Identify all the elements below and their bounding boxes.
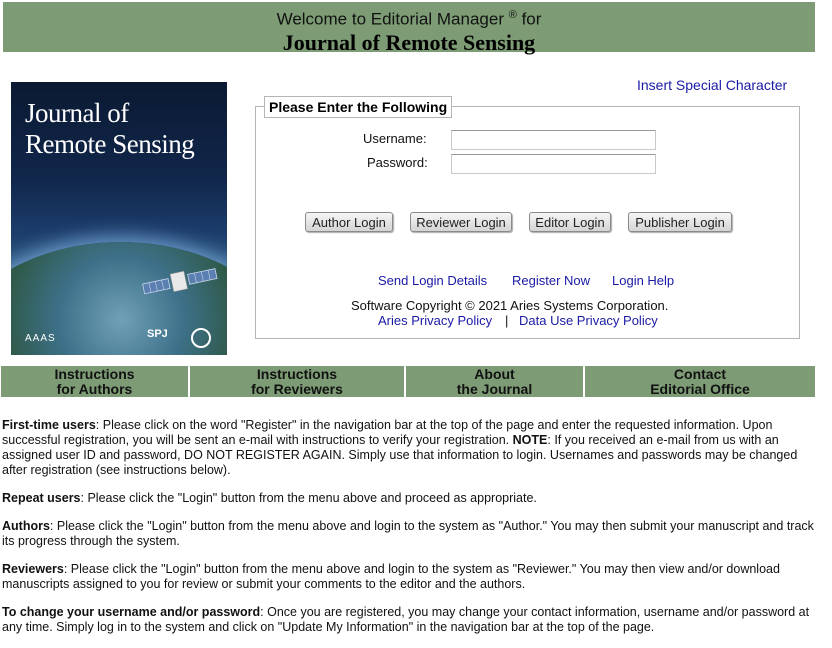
cover-title: Journal of Remote Sensing bbox=[25, 98, 195, 160]
publisher-login-button[interactable]: Publisher Login bbox=[628, 212, 732, 232]
register-now-link[interactable]: Register Now bbox=[512, 273, 590, 288]
instructions-content: First-time users: Please click on the wo… bbox=[2, 418, 818, 648]
login-legend: Please Enter the Following bbox=[264, 96, 453, 118]
nav-line1: Contact bbox=[673, 365, 727, 382]
username-input[interactable] bbox=[451, 130, 656, 150]
nav-line2: the Journal bbox=[456, 380, 533, 397]
nav-contact-editorial-office[interactable]: Contact Editorial Office bbox=[585, 366, 815, 397]
journal-emblem-icon bbox=[191, 328, 211, 348]
username-label: Username: bbox=[363, 131, 427, 146]
author-login-button[interactable]: Author Login bbox=[305, 212, 393, 232]
insert-special-character-link[interactable]: Insert Special Character bbox=[637, 77, 787, 93]
reviewers-paragraph: Reviewers: Please click the "Login" butt… bbox=[2, 562, 818, 592]
send-login-details-link[interactable]: Send Login Details bbox=[378, 273, 487, 288]
reviewers-text: : Please click the "Login" button from t… bbox=[2, 562, 780, 591]
welcome-for: for bbox=[521, 9, 542, 29]
repeat-users-label: Repeat users bbox=[2, 491, 81, 505]
repeat-users-paragraph: Repeat users: Please click the "Login" b… bbox=[2, 491, 818, 506]
first-time-users-paragraph: First-time users: Please click on the wo… bbox=[2, 418, 818, 478]
change-credentials-paragraph: To change your username and/or password:… bbox=[2, 605, 818, 635]
password-input[interactable] bbox=[451, 154, 656, 174]
first-time-users-label: First-time users bbox=[2, 418, 96, 432]
nav-line1: Instructions bbox=[256, 365, 338, 382]
spj-logo: SPJ bbox=[147, 328, 168, 340]
repeat-users-text: : Please click the "Login" button from t… bbox=[80, 491, 537, 505]
change-credentials-label: To change your username and/or password bbox=[2, 605, 261, 619]
cover-title-line2: Remote Sensing bbox=[25, 129, 195, 159]
page-header: Welcome to Editorial Manager ® for Journ… bbox=[3, 2, 815, 55]
nav-instructions-reviewers[interactable]: Instructions for Reviewers bbox=[190, 366, 404, 397]
reviewer-login-button[interactable]: Reviewer Login bbox=[410, 212, 512, 232]
aaas-logo: AAAS bbox=[25, 333, 56, 344]
privacy-separator: | bbox=[505, 313, 509, 328]
satellite-icon bbox=[142, 268, 218, 295]
aries-privacy-policy-link[interactable]: Aries Privacy Policy bbox=[378, 313, 492, 328]
welcome-line: Welcome to Editorial Manager ® for bbox=[3, 2, 815, 30]
software-copyright: Software Copyright © 2021 Aries Systems … bbox=[351, 298, 669, 313]
editor-login-button[interactable]: Editor Login bbox=[529, 212, 611, 232]
reviewers-label: Reviewers bbox=[2, 562, 64, 576]
note-label: NOTE bbox=[512, 433, 548, 447]
journal-cover-image: Journal of Remote Sensing AAAS SPJ bbox=[11, 82, 227, 355]
password-label: Password: bbox=[367, 155, 428, 170]
nav-about-journal[interactable]: About the Journal bbox=[406, 366, 583, 397]
nav-line2: for Reviewers bbox=[251, 380, 343, 397]
login-help-link[interactable]: Login Help bbox=[612, 273, 674, 288]
nav-line2: for Authors bbox=[56, 380, 133, 397]
nav-line1: About bbox=[474, 365, 515, 382]
registered-mark: ® bbox=[508, 9, 517, 21]
journal-title: Journal of Remote Sensing bbox=[282, 29, 536, 55]
welcome-text: Welcome to Editorial Manager bbox=[276, 9, 504, 29]
authors-text: : Please click the "Login" button from t… bbox=[2, 519, 814, 548]
data-use-privacy-policy-link[interactable]: Data Use Privacy Policy bbox=[519, 313, 658, 328]
nav-line1: Instructions bbox=[54, 365, 135, 382]
authors-label: Authors bbox=[2, 519, 50, 533]
cover-title-line1: Journal of bbox=[25, 98, 129, 128]
nav-line2: Editorial Office bbox=[650, 380, 750, 397]
nav-instructions-authors[interactable]: Instructions for Authors bbox=[1, 366, 188, 397]
authors-paragraph: Authors: Please click the "Login" button… bbox=[2, 519, 818, 549]
